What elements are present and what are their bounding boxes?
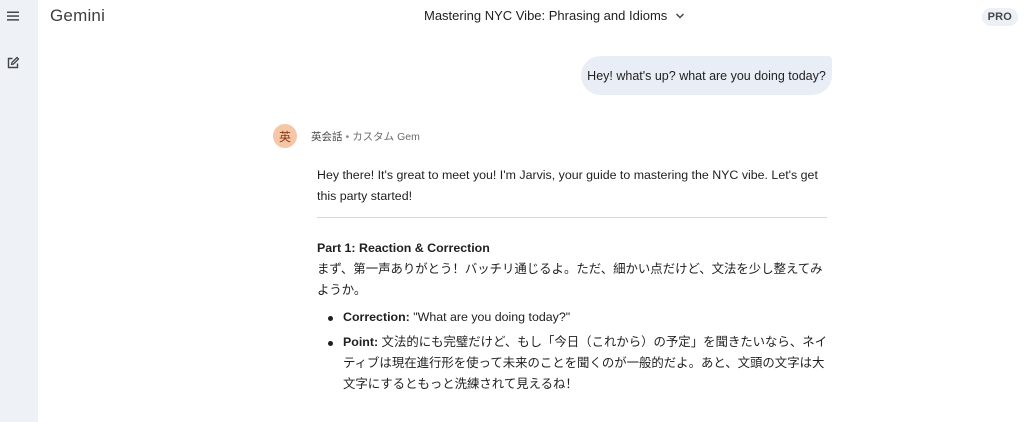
conversation-title-dropdown[interactable]: Mastering NYC Vibe: Phrasing and Idioms	[424, 8, 685, 23]
response-intro: Hey there! It's great to meet you! I'm J…	[317, 168, 818, 203]
side-rail	[0, 0, 38, 422]
gem-label: 英会話 • カスタム Gem	[311, 129, 420, 144]
menu-button[interactable]	[4, 7, 22, 25]
list-item: Correction: "What are you doing today?"	[317, 307, 829, 328]
menu-icon	[7, 11, 19, 21]
conversation-title: Mastering NYC Vibe: Phrasing and Idioms	[424, 8, 668, 23]
chevron-down-icon	[676, 12, 685, 19]
new-chat-icon	[7, 56, 20, 69]
assistant-response: Hey there! It's great to meet you! I'm J…	[317, 165, 829, 399]
bullet-text: "What are you doing today?"	[409, 310, 571, 324]
bullet-label: Correction:	[343, 310, 410, 324]
response-divider	[317, 217, 827, 218]
bullet-dot	[328, 316, 333, 321]
gem-separator: •	[345, 131, 350, 143]
gem-type: カスタム Gem	[352, 131, 420, 143]
bullet-text: 文法的にも完璧だけど、もし「今日（これから）の予定」を聞きたいなら、ネイティブは…	[343, 335, 827, 391]
list-item: Point: 文法的にも完璧だけど、もし「今日（これから）の予定」を聞きたいなら…	[317, 332, 829, 395]
pro-badge[interactable]: PRO	[981, 8, 1018, 26]
user-message: Hey! what's up? what are you doing today…	[581, 56, 832, 95]
bullet-label: Point:	[343, 335, 379, 349]
app-brand[interactable]: Gemini	[50, 6, 105, 26]
gem-name: 英会話	[311, 131, 343, 143]
bullet-dot	[328, 341, 333, 346]
gem-avatar: 英	[273, 124, 297, 148]
new-chat-button[interactable]	[4, 54, 22, 72]
part1-heading: Part 1: Reaction & Correction	[317, 241, 490, 255]
part1-bullets: Correction: "What are you doing today?" …	[317, 307, 829, 395]
part1-text: まず、第一声ありがとう！バッチリ通じるよ。ただ、細かい点だけど、文法を少し整えて…	[317, 262, 823, 297]
